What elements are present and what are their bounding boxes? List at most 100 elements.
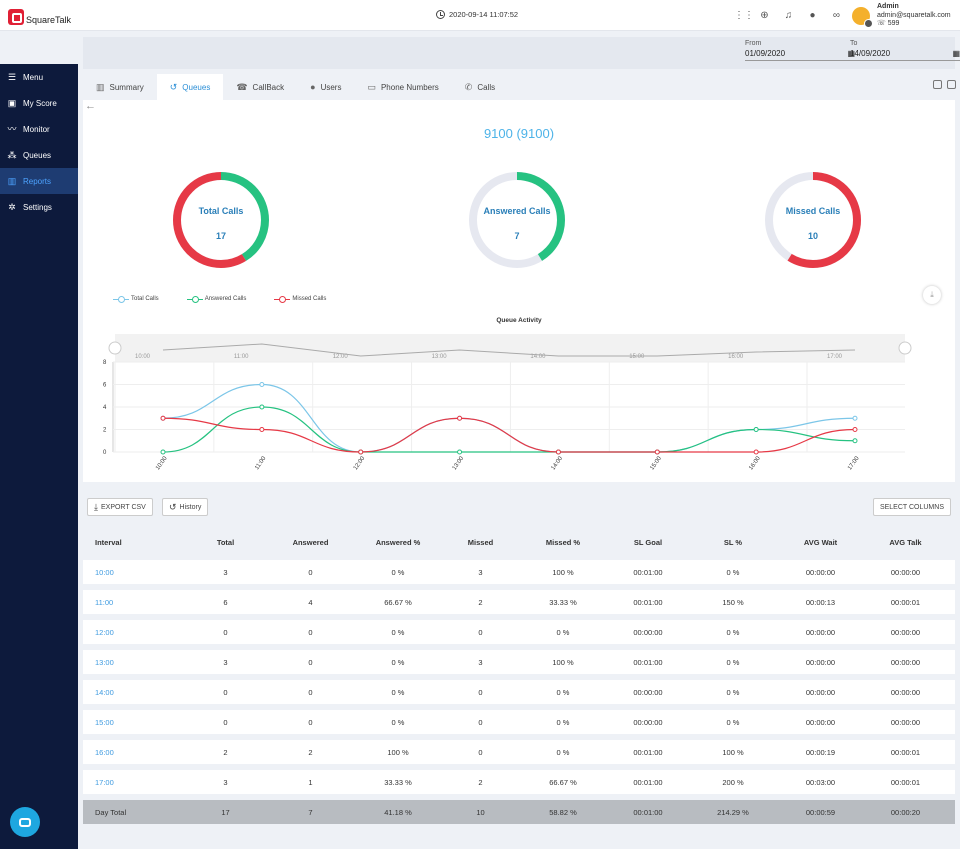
tab-queues[interactable]: ↺ Queues xyxy=(156,74,224,100)
data-point[interactable] xyxy=(457,449,463,455)
back-arrow-icon[interactable]: ← xyxy=(85,100,96,112)
legend-item-missed[interactable]: Missed Calls xyxy=(274,296,326,303)
column-header[interactable]: AVG Wait xyxy=(763,538,878,547)
download-chart-icon[interactable]: ⤓ xyxy=(923,286,941,304)
navigator-tick: 16:00 xyxy=(728,354,744,360)
legend-item-total[interactable]: Total Calls xyxy=(113,296,159,303)
brand-logo[interactable]: SquareTalk xyxy=(8,8,71,25)
column-header[interactable]: SL % xyxy=(703,538,763,547)
tab-label: Users xyxy=(320,82,342,92)
sidebar-item-reports[interactable]: ▥ Reports xyxy=(0,168,78,194)
export-csv-button[interactable]: ⤓ EXPORT CSV xyxy=(87,498,153,516)
voicemail-icon[interactable]: ∞ xyxy=(830,10,843,21)
navigator-handle[interactable] xyxy=(898,341,912,355)
table-cell: 00:00:00 xyxy=(890,687,921,697)
missed-calls-donut: Missed Calls 10 xyxy=(763,170,863,270)
data-point[interactable] xyxy=(852,438,858,444)
data-point[interactable] xyxy=(852,427,858,432)
column-header[interactable]: Missed xyxy=(428,538,533,547)
fullscreen-icon[interactable] xyxy=(933,80,942,89)
navigator-tick: 17:00 xyxy=(827,354,843,360)
table-cell: 66.67 % xyxy=(384,597,412,607)
interval-cell[interactable]: 13:00 xyxy=(83,658,198,667)
data-point[interactable] xyxy=(555,449,561,455)
plus-circle-icon[interactable]: ⊕ xyxy=(758,10,771,21)
tab-phone-numbers[interactable]: ▭ Phone Numbers xyxy=(354,74,451,100)
column-header[interactable]: SL Goal xyxy=(593,538,703,547)
interval-cell[interactable]: 11:00 xyxy=(83,598,198,607)
column-header[interactable]: Answered % xyxy=(368,538,428,547)
donut-svg xyxy=(765,172,861,268)
history-button[interactable]: ↺ History xyxy=(162,498,209,516)
sidebar-item-queues[interactable]: ⁂ Queues xyxy=(0,142,78,168)
grid-icon[interactable]: ⋮⋮ xyxy=(734,10,754,21)
table-cell: 10 xyxy=(476,807,485,817)
data-point[interactable] xyxy=(753,449,759,455)
window-icon[interactable] xyxy=(947,80,956,89)
column-header[interactable]: Answered xyxy=(253,538,368,547)
table-cell: 0 xyxy=(478,747,483,757)
to-date-field[interactable]: To 14/09/2020 ▦ xyxy=(850,40,960,61)
from-date-value[interactable]: 01/09/2020 xyxy=(745,49,785,58)
table-row[interactable]: 17:00 3 1 33.33 % 2 66.67 % 00:01:00 200 % 00:03… xyxy=(83,770,955,794)
interval-cell[interactable]: 16:00 xyxy=(83,748,198,757)
calendar-icon[interactable]: ▦ xyxy=(952,49,960,58)
table-row[interactable]: 13:00 3 0 0 % 3 100 % 00:01:00 0 % 00:00:00 00:00… xyxy=(83,650,955,674)
table-cell: 3 xyxy=(223,657,228,667)
interval-cell[interactable]: 14:00 xyxy=(83,688,198,697)
avatar[interactable] xyxy=(852,7,873,28)
sidebar-item-menu[interactable]: ☰ Menu xyxy=(0,64,78,90)
table-cell: 1 xyxy=(308,777,313,787)
column-header[interactable]: Total xyxy=(198,538,253,547)
from-date-field[interactable]: From 01/09/2020 ▦ xyxy=(745,40,855,61)
chat-button[interactable] xyxy=(10,807,40,837)
interval-cell[interactable]: 15:00 xyxy=(83,718,198,727)
tab-users[interactable]: ● Users xyxy=(297,74,354,100)
select-columns-button[interactable]: SELECT COLUMNS xyxy=(872,498,951,516)
column-header[interactable]: Interval xyxy=(83,538,198,547)
sidebar-item-settings[interactable]: ✲ Settings xyxy=(0,194,78,220)
total-calls-donut: Total Calls 17 xyxy=(171,170,271,270)
column-header[interactable]: Missed % xyxy=(533,538,593,547)
data-point[interactable] xyxy=(358,449,364,455)
data-point[interactable] xyxy=(457,415,463,421)
chart-navigator[interactable]: 10:00 11:00 12:00 13:00 14:00 15:00 16:00 17:00 xyxy=(108,334,912,362)
alert-icon[interactable]: ● xyxy=(806,10,819,21)
navigator-handle[interactable] xyxy=(108,341,122,355)
column-header[interactable]: AVG Talk xyxy=(878,538,933,547)
table-row[interactable]: 16:00 2 2 100 % 0 0 % 00:01:00 100 % 00:00:19 00:… xyxy=(83,740,955,764)
data-point[interactable] xyxy=(160,415,166,421)
bell-icon[interactable]: ♫ xyxy=(782,10,795,21)
table-cell: 0 % xyxy=(726,627,740,637)
interval-cell[interactable]: 10:00 xyxy=(83,568,198,577)
monitor-icon: 〰 xyxy=(7,124,17,134)
table-cell: 0 % xyxy=(556,627,570,637)
table-row[interactable]: 11:00 6 4 66.67 % 2 33.33 % 00:01:00 150 % 00:00… xyxy=(83,590,955,614)
interval-cell[interactable]: 17:00 xyxy=(83,778,198,787)
data-point[interactable] xyxy=(259,382,265,387)
tab-calls[interactable]: ✆ Calls xyxy=(452,74,508,100)
history-icon: ↺ xyxy=(169,501,177,512)
tab-callback[interactable]: ☎ CallBack xyxy=(223,74,297,100)
legend-item-answered[interactable]: Answered Calls xyxy=(186,296,246,303)
user-menu[interactable]: Admin admin@squaretalk.com ☏ 599 xyxy=(852,3,951,29)
table-row[interactable]: 10:00 3 0 0 % 3 100 % 00:01:00 0 % 00:00:00 00:00… xyxy=(83,560,955,584)
table-cell: 00:00:00 xyxy=(633,717,663,727)
data-point[interactable] xyxy=(753,427,759,432)
donut-title: Answered Calls xyxy=(483,206,551,216)
tab-summary[interactable]: ▥ Summary xyxy=(83,74,157,100)
to-date-value[interactable]: 14/09/2020 xyxy=(850,49,890,58)
data-point[interactable] xyxy=(259,404,265,410)
data-point[interactable] xyxy=(852,415,858,421)
sidebar-item-monitor[interactable]: 〰 Monitor xyxy=(0,116,78,142)
summary-icon: ▥ xyxy=(96,81,105,92)
data-point[interactable] xyxy=(160,449,166,455)
table-row[interactable]: 14:00 0 0 0 % 0 0 % 00:00:00 0 % 00:00:00 00:00:0… xyxy=(83,680,955,704)
table-row[interactable]: 12:00 0 0 0 % 0 0 % 00:00:00 0 % 00:00:00 00:00:0… xyxy=(83,620,955,644)
table-row[interactable]: 15:00 0 0 0 % 0 0 % 00:00:00 0 % 00:00:00 00:00:0… xyxy=(83,710,955,734)
select-columns-label: SELECT COLUMNS xyxy=(879,503,944,511)
data-point[interactable] xyxy=(259,427,265,432)
interval-cell[interactable]: 12:00 xyxy=(83,628,198,637)
sidebar-item-my-score[interactable]: ▣ My Score xyxy=(0,90,78,116)
data-point[interactable] xyxy=(654,449,660,455)
